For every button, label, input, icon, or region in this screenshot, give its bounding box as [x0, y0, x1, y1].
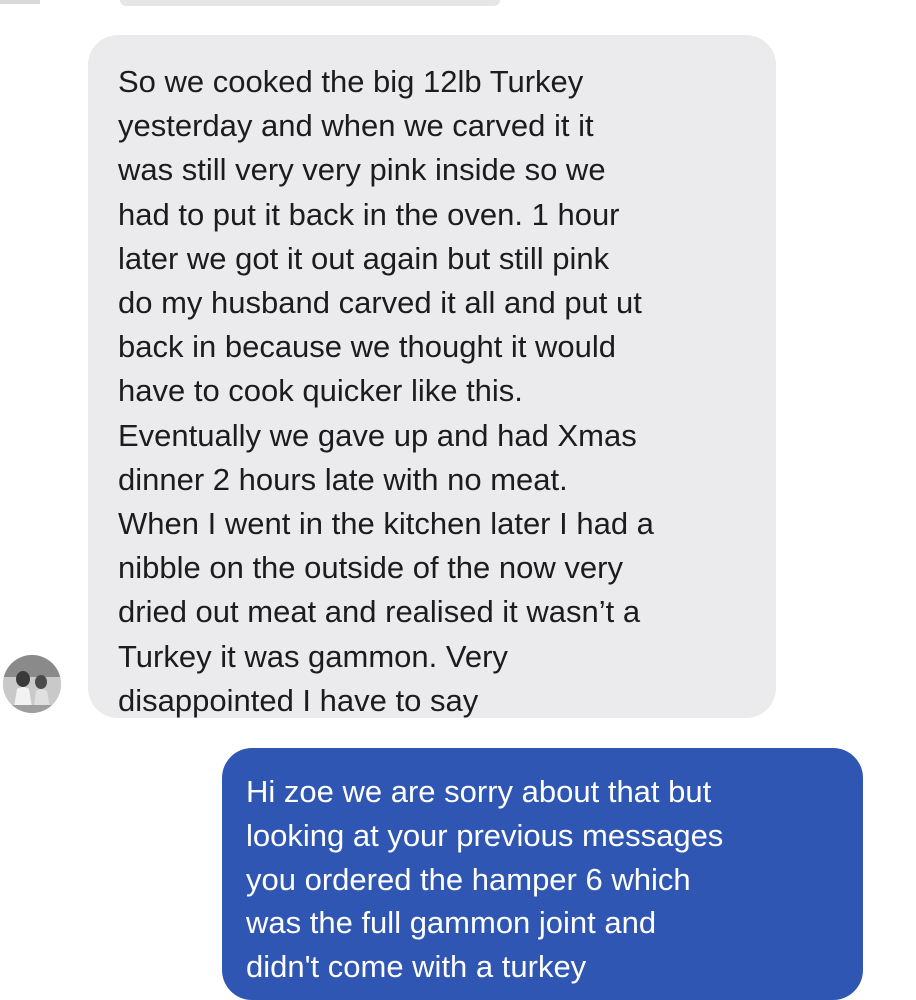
- outgoing-message-bubble[interactable]: Hi zoe we are sorry about that but looki…: [222, 748, 863, 1000]
- incoming-message-text: So we cooked the big 12lb Turkey yesterd…: [118, 64, 654, 718]
- incoming-message-bubble[interactable]: So we cooked the big 12lb Turkey yesterd…: [88, 35, 776, 718]
- outgoing-message-text: Hi zoe we are sorry about that but looki…: [246, 774, 724, 985]
- previous-message-edge: [0, 0, 40, 4]
- previous-message-bubble-edge: [120, 0, 500, 6]
- sender-avatar-icon[interactable]: [3, 655, 61, 713]
